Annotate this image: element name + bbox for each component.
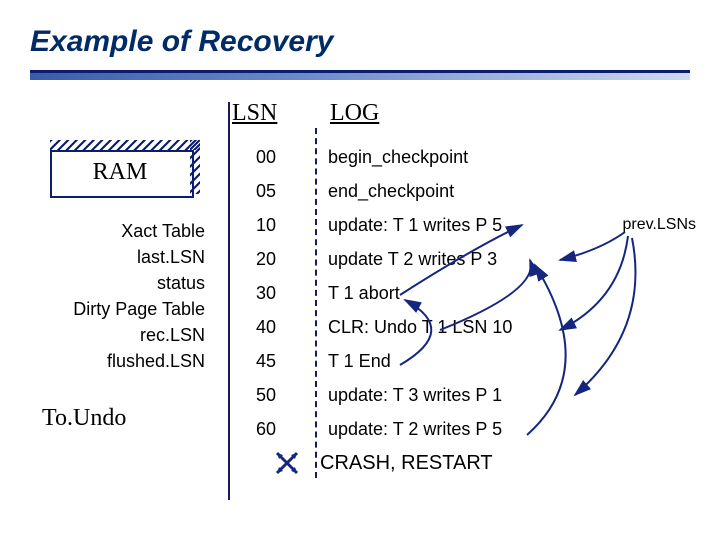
column-header-lsn: LSN (232, 100, 277, 127)
log-text: T 1 End (300, 351, 391, 372)
lsn-value: 40 (232, 317, 300, 338)
crash-row: CRASH, RESTART (232, 446, 512, 480)
left-item: status (40, 270, 205, 296)
divider-solid (228, 102, 230, 500)
left-item: rec.LSN (40, 322, 205, 348)
left-params-list: Xact Table last.LSN status Dirty Page Ta… (40, 218, 205, 374)
ram-label: RAM (50, 150, 190, 194)
lsn-value: 50 (232, 385, 300, 406)
log-row: 50 update: T 3 writes P 1 (232, 378, 512, 412)
log-row: 05 end_checkpoint (232, 174, 512, 208)
log-text: end_checkpoint (300, 181, 454, 202)
left-item: last.LSN (40, 244, 205, 270)
to-undo-label: To.Undo (42, 405, 126, 432)
title-underline (30, 70, 690, 82)
lsn-value: 30 (232, 283, 300, 304)
left-item: Xact Table (40, 218, 205, 244)
left-item: flushed.LSN (40, 348, 205, 374)
column-header-log: LOG (330, 100, 379, 127)
lsn-value: 45 (232, 351, 300, 372)
log-row: 40 CLR: Undo T 1 LSN 10 (232, 310, 512, 344)
lsn-value: 05 (232, 181, 300, 202)
log-text: update: T 1 writes P 5 (300, 215, 502, 236)
log-row: 30 T 1 abort (232, 276, 512, 310)
prev-lsns-label: prev.LSNs (622, 216, 696, 234)
log-rows: 00 begin_checkpoint 05 end_checkpoint 10… (232, 140, 512, 480)
log-text: update T 2 writes P 3 (300, 249, 497, 270)
lsn-value: 00 (232, 147, 300, 168)
log-text: CLR: Undo T 1 LSN 10 (300, 317, 512, 338)
log-row: 20 update T 2 writes P 3 (232, 242, 512, 276)
ram-hatch-top (50, 140, 200, 150)
crash-icon (232, 450, 304, 476)
crash-text: CRASH, RESTART (304, 452, 493, 475)
log-text: T 1 abort (300, 283, 400, 304)
log-row: 45 T 1 End (232, 344, 512, 378)
lsn-value: 60 (232, 419, 300, 440)
left-item: Dirty Page Table (40, 296, 205, 322)
log-text: update: T 3 writes P 1 (300, 385, 502, 406)
lsn-value: 10 (232, 215, 300, 236)
log-text: update: T 2 writes P 5 (300, 419, 502, 440)
lsn-value: 20 (232, 249, 300, 270)
log-row: 10 update: T 1 writes P 5 (232, 208, 512, 242)
log-row: 00 begin_checkpoint (232, 140, 512, 174)
log-row: 60 update: T 2 writes P 5 (232, 412, 512, 446)
log-text: begin_checkpoint (300, 147, 468, 168)
slide-title: Example of Recovery (30, 25, 333, 59)
